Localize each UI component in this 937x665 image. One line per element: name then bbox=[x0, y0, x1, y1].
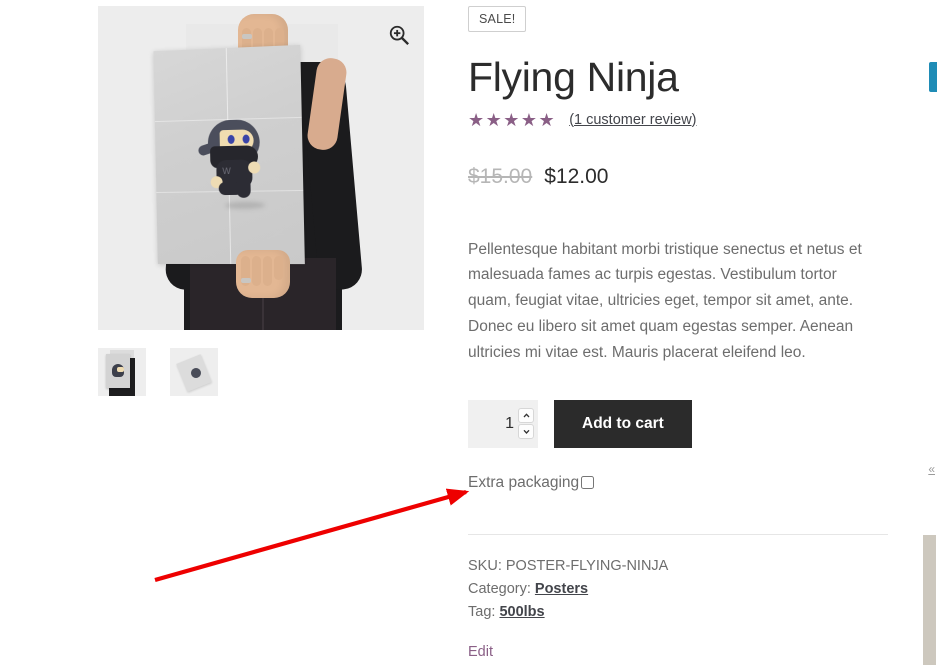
category-label: Category: bbox=[468, 581, 531, 598]
tag-label: Tag: bbox=[468, 604, 496, 621]
customer-review-link[interactable]: (1 customer review) bbox=[569, 112, 696, 128]
quantity-stepper[interactable] bbox=[468, 399, 538, 448]
extra-packaging-label: Extra packaging bbox=[468, 473, 580, 491]
quantity-input[interactable] bbox=[468, 414, 514, 433]
tag-link[interactable]: 500lbs bbox=[499, 604, 544, 620]
quantity-spinner bbox=[518, 408, 534, 440]
product-title: Flying Ninja bbox=[468, 53, 679, 100]
section-divider bbox=[468, 533, 888, 535]
quantity-decrease-button[interactable] bbox=[518, 424, 534, 440]
original-price: $15.00 bbox=[468, 164, 533, 188]
ninja-character: W bbox=[197, 119, 271, 210]
sku-label: SKU: bbox=[468, 557, 502, 574]
price-row: $15.00 $12.00 bbox=[468, 165, 888, 189]
chevron-down-icon bbox=[523, 430, 529, 435]
sku-row: SKU: POSTER-FLYING-NINJA bbox=[468, 555, 888, 578]
sku-value: POSTER-FLYING-NINJA bbox=[505, 557, 669, 574]
vertical-scrollbar[interactable] bbox=[922, 0, 937, 665]
thumbnail-1[interactable] bbox=[98, 348, 146, 396]
add-to-cart-button[interactable]: Add to cart bbox=[554, 399, 692, 448]
arrow-line bbox=[154, 488, 470, 583]
extra-packaging-option: Extra packaging bbox=[468, 474, 888, 492]
add-to-cart-form: Add to cart bbox=[468, 399, 888, 448]
product-main-image[interactable]: W bbox=[98, 6, 424, 330]
scrollbar-thumb[interactable] bbox=[923, 535, 936, 665]
chevron-up-icon bbox=[523, 413, 529, 418]
product-description: Pellentesque habitant morbi tristique se… bbox=[468, 240, 862, 362]
sale-badge: SALE! bbox=[468, 6, 527, 32]
star-rating-icon: ★★★★★ bbox=[468, 109, 557, 130]
edit-product-link[interactable]: Edit bbox=[468, 644, 493, 660]
poster-artwork: W bbox=[153, 44, 305, 265]
gallery-thumbnails bbox=[98, 348, 424, 396]
category-row: Category: Posters bbox=[468, 578, 888, 601]
extra-packaging-checkbox[interactable] bbox=[581, 476, 595, 490]
model-lower-hand bbox=[236, 250, 290, 298]
sale-price: $12.00 bbox=[544, 164, 609, 188]
rating-row: ★★★★★ (1 customer review) bbox=[468, 111, 888, 129]
category-link[interactable]: Posters bbox=[535, 581, 588, 597]
product-summary: SALE! Flying Ninja ★★★★★ (1 customer rev… bbox=[468, 6, 888, 661]
product-meta: SKU: POSTER-FLYING-NINJA Category: Poste… bbox=[468, 555, 888, 625]
zoom-magnifier-icon[interactable] bbox=[388, 24, 410, 46]
thumbnail-2[interactable] bbox=[170, 348, 218, 396]
tag-row: Tag: 500lbs bbox=[468, 601, 888, 624]
quantity-increase-button[interactable] bbox=[518, 408, 534, 424]
product-gallery: W bbox=[98, 6, 424, 396]
